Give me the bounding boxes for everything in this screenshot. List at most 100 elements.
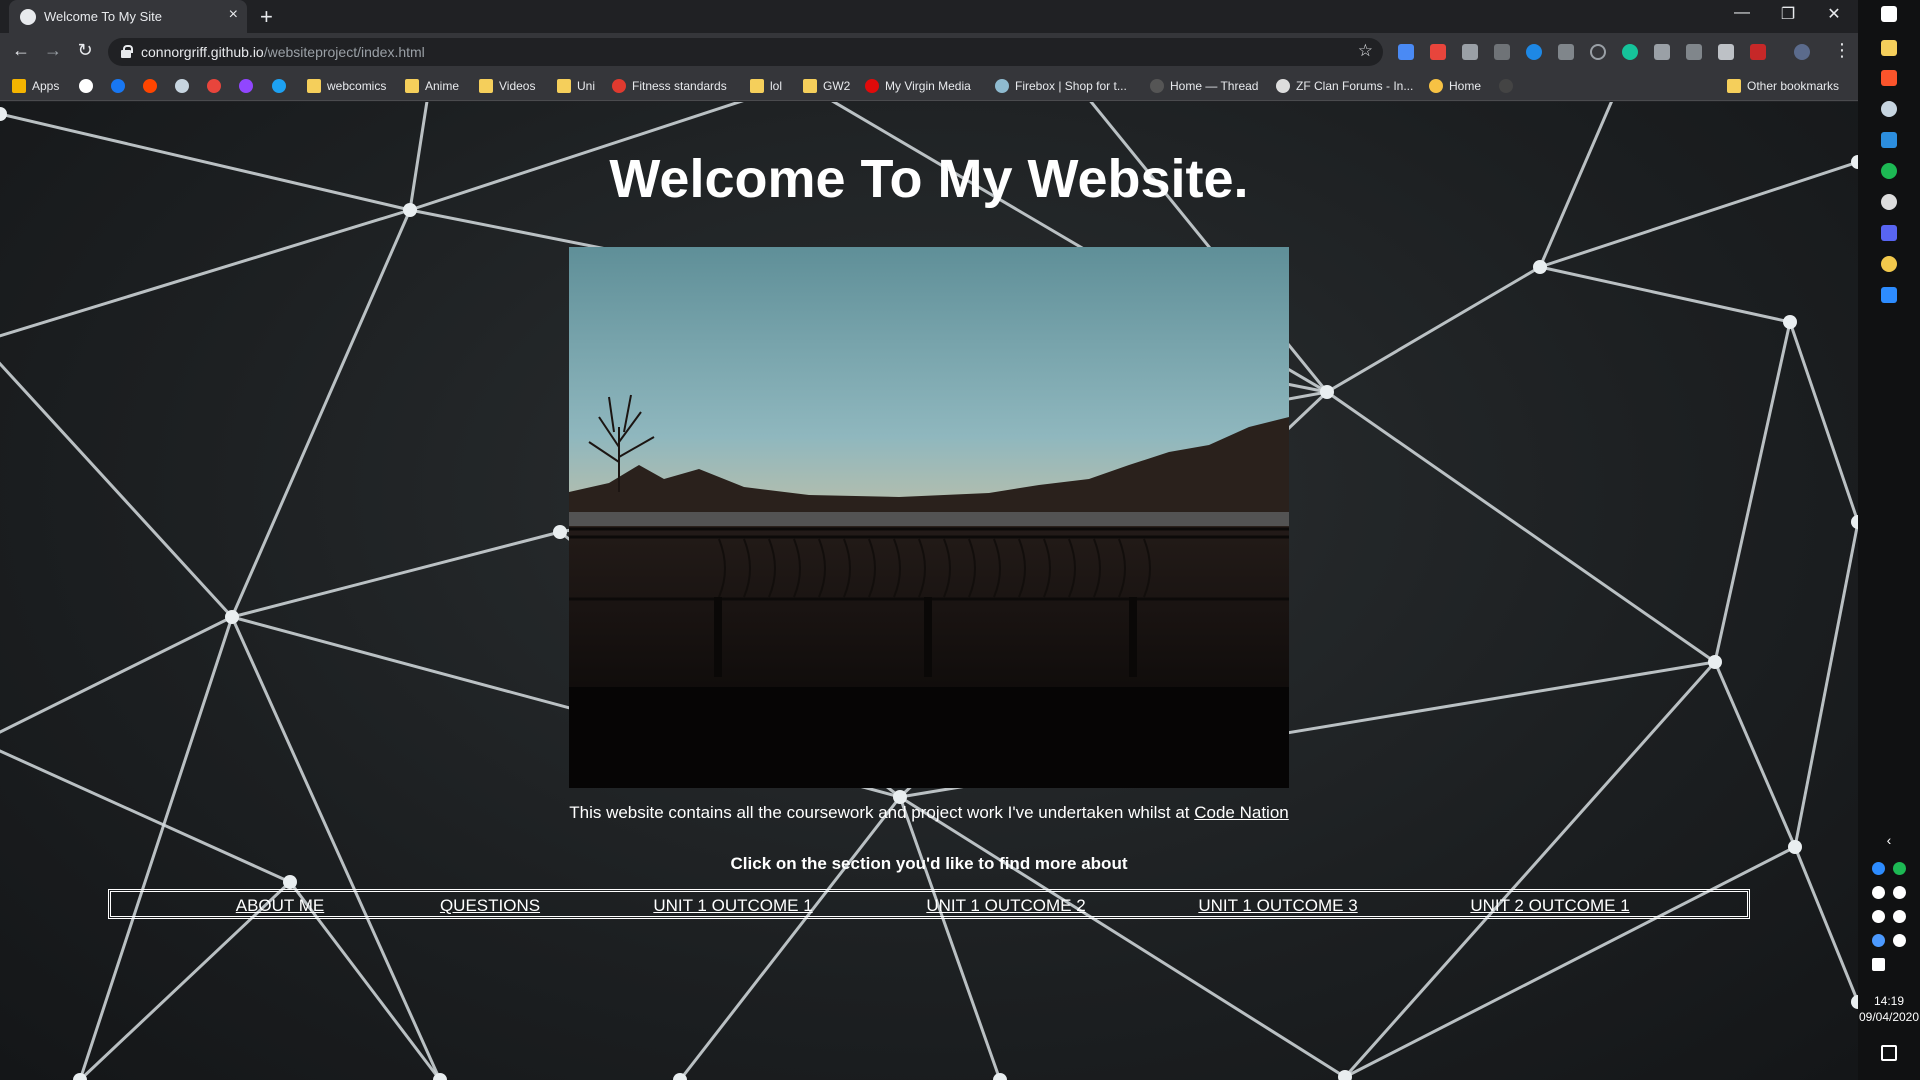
bookmark-label: lol (770, 79, 783, 93)
address-bar[interactable]: connorgriff.github.io/websiteproject/ind… (108, 38, 1383, 66)
translate-extension-icon[interactable] (1398, 44, 1414, 60)
steam-icon[interactable] (1881, 101, 1897, 117)
bookmark-label: Uni (577, 79, 596, 93)
bookmark-star-icon[interactable]: ☆ (1358, 41, 1373, 61)
tray-expand-chevron-icon[interactable]: ‹ (1858, 832, 1920, 848)
ublock-extension-icon[interactable] (1750, 44, 1766, 60)
dropbox-extension-icon[interactable] (1494, 44, 1510, 60)
nav-questions[interactable]: QUESTIONS (440, 896, 540, 916)
bookmark-item[interactable] (1499, 71, 1519, 101)
zoom-icon[interactable] (1881, 287, 1897, 303)
bookmark-item[interactable]: My Virgin Media (865, 71, 971, 101)
bookmark-item[interactable]: Apps (12, 71, 59, 101)
fitness-icon (612, 79, 626, 93)
folder-icon (1727, 79, 1741, 93)
forward-arrow-icon[interactable]: → (41, 40, 65, 61)
mesh-line (0, 361, 234, 619)
tray-zoom-icon[interactable] (1872, 862, 1885, 875)
mesh-line (1793, 521, 1858, 848)
nav-unit2-outcome1[interactable]: UNIT 2 OUTCOME 1 (1470, 896, 1629, 916)
grammarly-extension-icon[interactable] (1622, 44, 1638, 60)
other-bookmarks[interactable]: Other bookmarks (1727, 71, 1839, 101)
nav-unit1-outcome2[interactable]: UNIT 1 OUTCOME 2 (926, 896, 1085, 916)
taskbar-time[interactable]: 14:19 (1858, 994, 1920, 1008)
tab-close-icon[interactable]: × (229, 6, 238, 24)
bookmark-item[interactable]: Firebox | Shop for t... (995, 71, 1127, 101)
tray-display-icon[interactable] (1872, 958, 1885, 971)
bookmark-item[interactable]: Videos (479, 71, 535, 101)
thread-icon (1150, 79, 1164, 93)
reader-extension-icon[interactable] (1462, 44, 1478, 60)
mesh-line (898, 796, 1002, 1080)
tray-volume-icon[interactable] (1893, 934, 1906, 947)
bookmark-item[interactable]: webcomics (307, 71, 386, 101)
circle-logo-icon (1499, 79, 1513, 93)
bookmark-item[interactable] (111, 71, 131, 101)
bookmark-item[interactable] (239, 71, 259, 101)
menu-kebab-icon[interactable]: ⋮ (1833, 40, 1851, 61)
bookmark-item[interactable] (175, 71, 195, 101)
tray-discord-icon[interactable] (1893, 910, 1906, 923)
keyboard-extension-icon[interactable] (1558, 44, 1574, 60)
windows-start-icon[interactable] (1881, 6, 1897, 22)
mesh-line (1713, 321, 1792, 663)
bookmark-label: Firebox | Shop for t... (1015, 79, 1127, 93)
shield-extension-icon[interactable] (1526, 44, 1542, 60)
bookmark-item[interactable] (79, 71, 99, 101)
bookmark-item[interactable] (143, 71, 163, 101)
bookmark-item[interactable] (207, 71, 227, 101)
taskbar-date[interactable]: 09/04/2020 (1858, 1010, 1920, 1024)
tray-spotify-icon[interactable] (1893, 862, 1906, 875)
tab-strip: Welcome To My Site × + — ❐ ✕ (0, 0, 1858, 33)
back-arrow-icon[interactable]: ← (9, 40, 33, 61)
restore-button[interactable]: ❐ (1768, 4, 1808, 24)
file-explorer-icon[interactable] (1881, 40, 1897, 56)
code-nation-link[interactable]: Code Nation (1194, 803, 1289, 822)
new-tab-button[interactable]: + (260, 4, 273, 30)
mesh-line (1326, 265, 1541, 394)
chrome-app-icon[interactable] (1881, 194, 1897, 210)
bookmark-item[interactable]: Uni (557, 71, 595, 101)
vscode-icon[interactable] (1881, 132, 1897, 148)
nav-unit1-outcome3[interactable]: UNIT 1 OUTCOME 3 (1198, 896, 1357, 916)
folder-icon (750, 79, 764, 93)
bookmark-item[interactable]: Home (1429, 71, 1481, 101)
tray-slack-icon[interactable] (1893, 886, 1906, 899)
brave-icon[interactable] (1881, 70, 1897, 86)
nav-unit1-outcome1[interactable]: UNIT 1 OUTCOME 1 (653, 896, 812, 916)
puzzle-extension-icon[interactable] (1718, 44, 1734, 60)
tray-onedrive-icon[interactable] (1872, 910, 1885, 923)
bookmark-label: Home — Thread (1170, 79, 1259, 93)
mesh-node (1783, 315, 1797, 329)
close-window-button[interactable]: ✕ (1814, 4, 1854, 24)
tray-network-icon[interactable] (1872, 934, 1885, 947)
folder-icon (405, 79, 419, 93)
mesh-node (893, 790, 907, 804)
bookmark-item[interactable]: ZF Clan Forums - In... (1276, 71, 1413, 101)
google-icon (79, 79, 93, 93)
mesh-line (1539, 265, 1791, 324)
bookmark-label: Fitness standards (632, 79, 727, 93)
chrome-icon[interactable] (1881, 256, 1897, 272)
tab-active[interactable]: Welcome To My Site × (9, 0, 247, 33)
reload-icon[interactable]: ↻ (73, 40, 97, 61)
bookmark-item[interactable]: Fitness standards (612, 71, 727, 101)
minimize-button[interactable]: — (1722, 4, 1762, 22)
drive-extension-icon[interactable] (1686, 44, 1702, 60)
nav-about-me[interactable]: ABOUT ME (236, 896, 324, 916)
tray-dropbox-icon[interactable] (1872, 886, 1885, 899)
spotify-icon[interactable] (1881, 163, 1897, 179)
profile-avatar[interactable] (1794, 44, 1810, 60)
mesh-node (283, 875, 297, 889)
pdf-extension-icon[interactable] (1430, 44, 1446, 60)
bookmark-item[interactable]: lol (750, 71, 782, 101)
screenshot-extension-icon[interactable] (1654, 44, 1670, 60)
bookmark-item[interactable] (272, 71, 292, 101)
intro-text: This website contains all the coursework… (0, 803, 1858, 823)
notifications-icon[interactable] (1881, 1045, 1897, 1061)
circle-extension-icon[interactable] (1590, 44, 1606, 60)
bookmark-item[interactable]: GW2 (803, 71, 850, 101)
bookmark-item[interactable]: Home — Thread (1150, 71, 1258, 101)
discord-icon[interactable] (1881, 225, 1897, 241)
bookmark-item[interactable]: Anime (405, 71, 459, 101)
